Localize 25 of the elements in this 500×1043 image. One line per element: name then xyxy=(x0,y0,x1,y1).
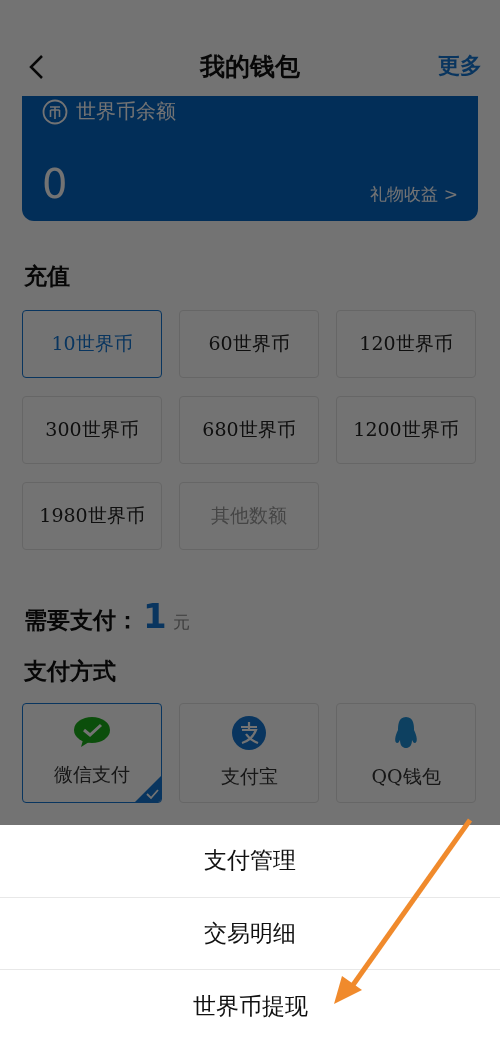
penguin-icon xyxy=(393,716,419,750)
payment-method[interactable]: 微信支付 xyxy=(22,703,162,803)
balance-label: 世界币余额 xyxy=(76,98,176,125)
payment-amount: 1 xyxy=(143,596,167,636)
back-icon[interactable] xyxy=(28,54,44,80)
amount-option[interactable]: 120世界币 xyxy=(336,310,476,378)
balance-amount: 0 xyxy=(42,161,68,207)
section-title: 充值 xyxy=(24,261,71,291)
alipay-icon xyxy=(232,716,266,750)
payment-method[interactable]: QQ钱包 xyxy=(336,703,476,803)
amount-option[interactable]: 60世界币 xyxy=(179,310,319,378)
section-title: 支付方式 xyxy=(24,656,117,686)
amount-option[interactable]: 10世界币 xyxy=(22,310,162,378)
amount-option[interactable]: 1980世界币 xyxy=(22,482,162,550)
chat-bubble-icon xyxy=(73,716,111,748)
coin-icon xyxy=(42,98,68,125)
page-title: 我的钱包 xyxy=(200,51,300,83)
gift-earnings-link[interactable]: 礼物收益 > xyxy=(370,182,458,206)
check-corner-icon xyxy=(135,776,161,802)
amount-option[interactable]: 300世界币 xyxy=(22,396,162,464)
amount-option[interactable]: 680世界币 xyxy=(179,396,319,464)
amount-option[interactable]: 1200世界币 xyxy=(336,396,476,464)
more-link[interactable]: 更多 xyxy=(438,51,482,81)
payment-label: 需要支付： xyxy=(24,605,139,635)
payment-method[interactable]: 支付宝 xyxy=(179,703,319,803)
